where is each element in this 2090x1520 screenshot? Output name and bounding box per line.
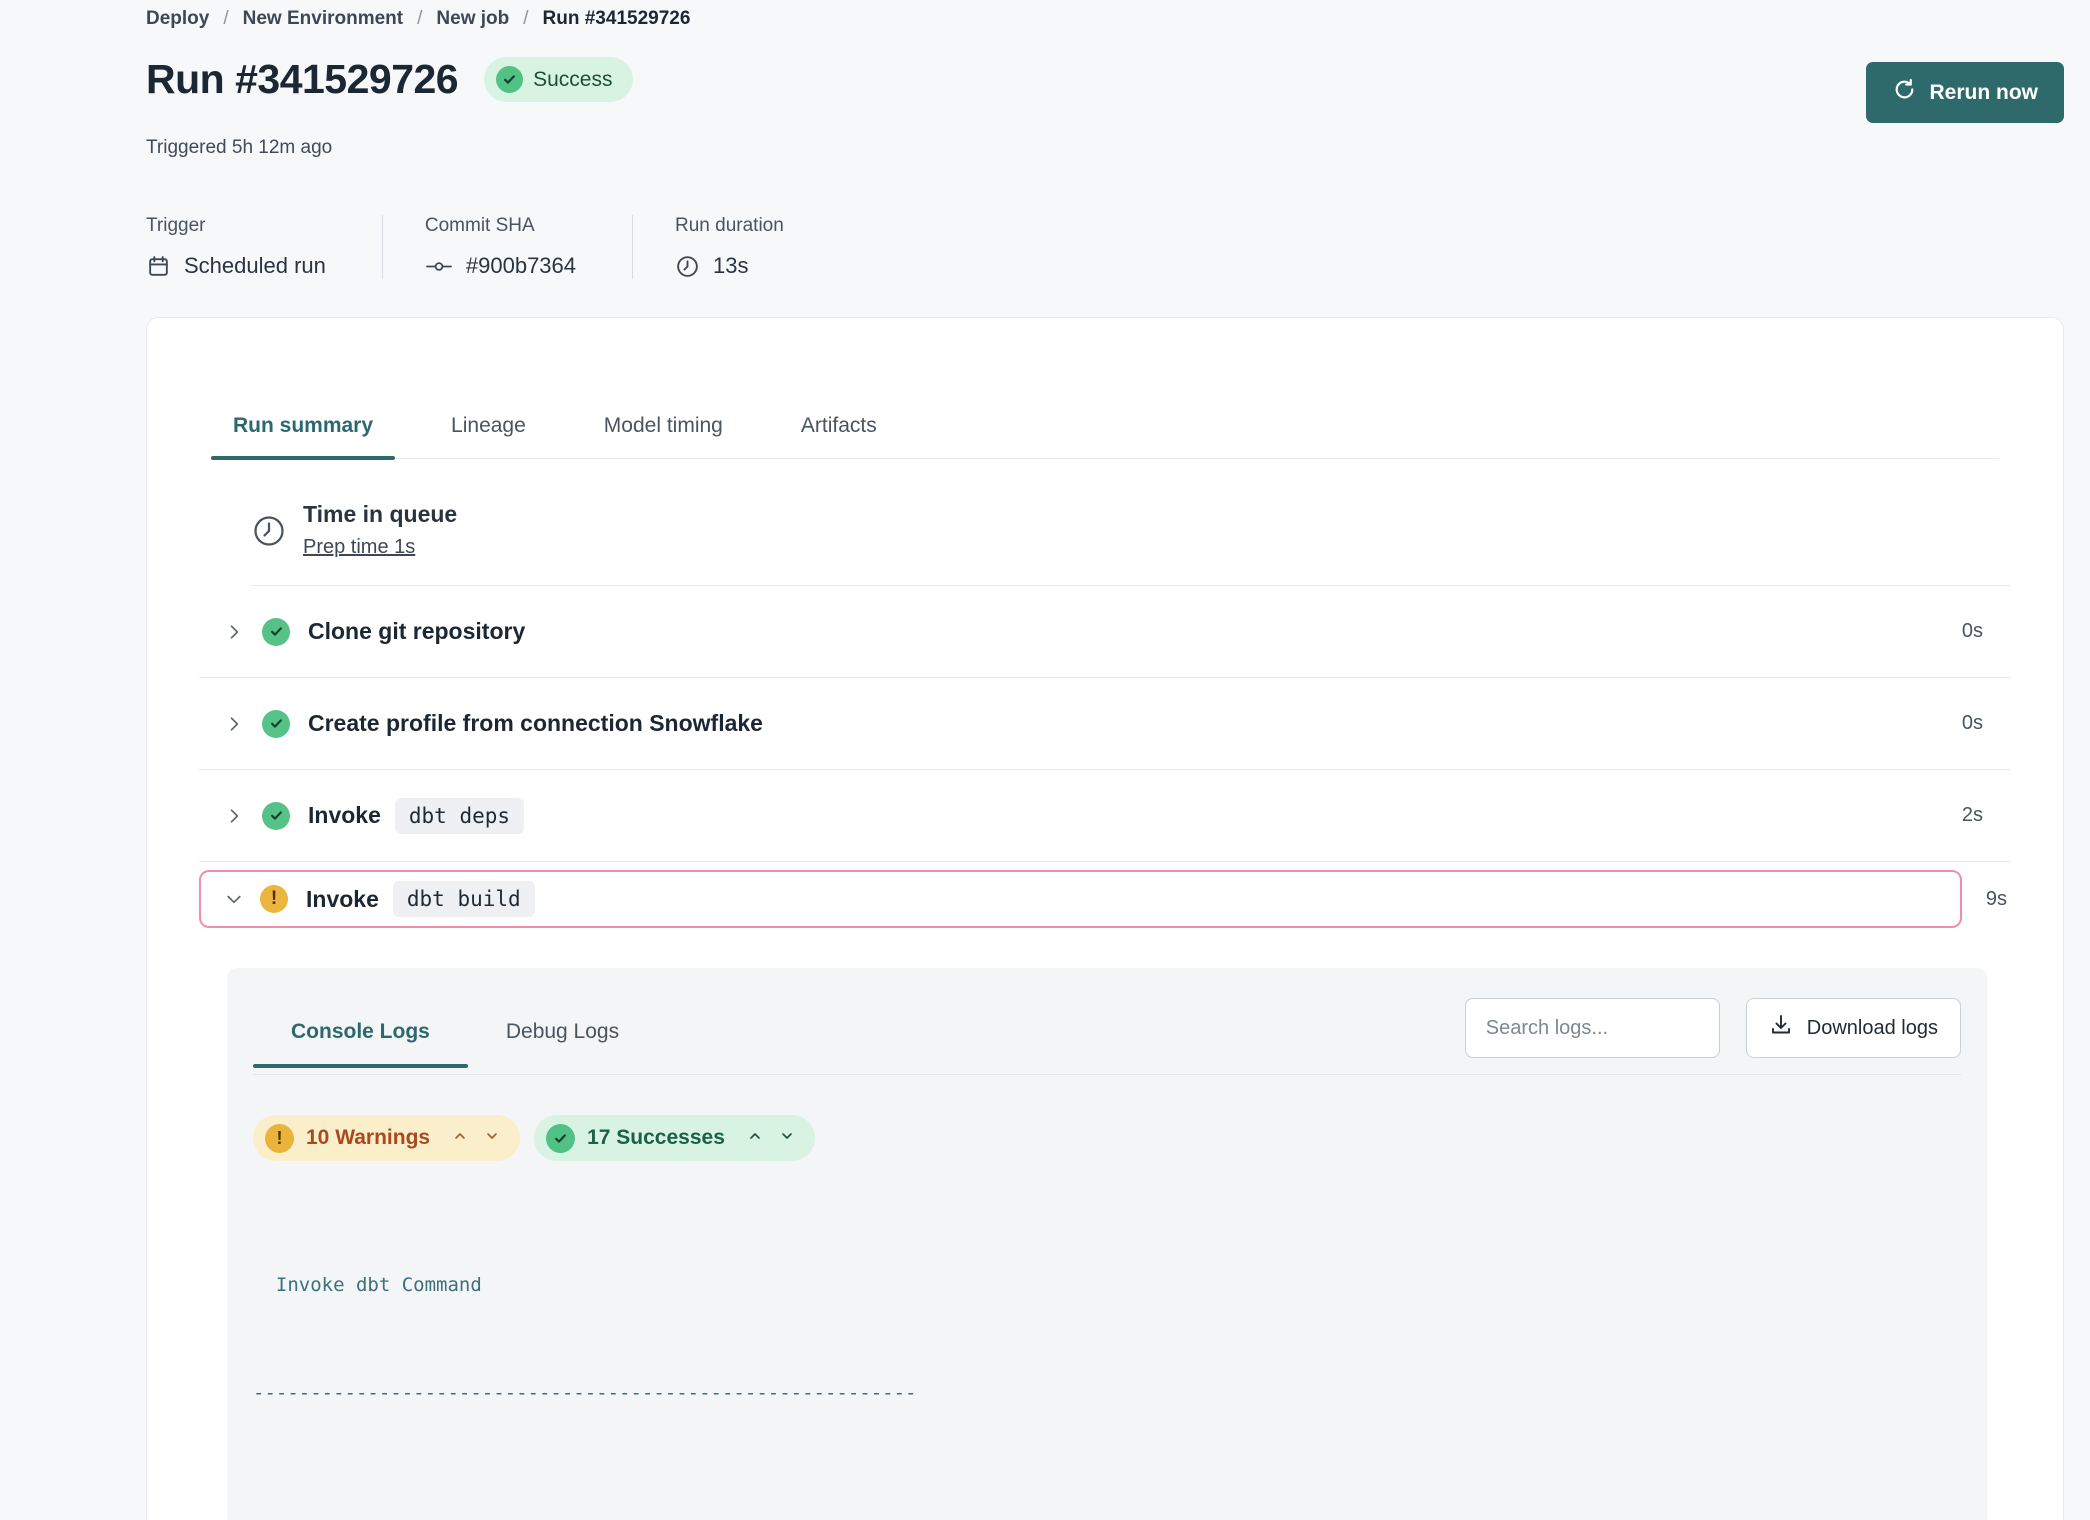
warnings-count: 10 Warnings [306, 1126, 430, 1150]
triggered-timestamp: Triggered 5h 12m ago [146, 137, 2064, 159]
chevron-right-icon[interactable] [224, 714, 244, 734]
log-command-title: Invoke dbt Command [253, 1267, 1961, 1303]
chevron-right-icon[interactable] [224, 806, 244, 826]
step-invoke-dbt-build[interactable]: ! Invoke dbt build 9s [199, 862, 2011, 938]
chevron-down-icon[interactable] [484, 1128, 500, 1149]
success-check-icon [496, 66, 523, 93]
meta-commit-label: Commit SHA [425, 215, 576, 237]
step-label: Create profile from connection Snowflake [308, 710, 763, 737]
step-success-icon [262, 710, 290, 738]
rerun-label: Rerun now [1930, 81, 2039, 105]
step-list: Clone git repository 0s Create profile f… [199, 586, 2011, 938]
breadcrumb-current-run: Run #341529726 [543, 8, 691, 30]
meta-commit-value: #900b7364 [466, 253, 576, 279]
page-title: Run #341529726 [146, 56, 458, 103]
breadcrumb-separator: / [417, 8, 422, 30]
step-label: Clone git repository [308, 618, 525, 645]
chevron-right-icon[interactable] [224, 622, 244, 642]
success-check-icon [546, 1124, 575, 1153]
run-tabs: Run summary Lineage Model timing Artifac… [211, 414, 1999, 459]
run-summary-card: Run summary Lineage Model timing Artifac… [146, 317, 2064, 1520]
warning-icon: ! [265, 1124, 294, 1153]
step-command-chip: dbt build [393, 881, 535, 917]
step-duration: 0s [1962, 620, 1983, 643]
breadcrumb: Deploy / New Environment / New job / Run… [146, 8, 2064, 30]
tab-console-logs[interactable]: Console Logs [253, 1006, 468, 1066]
step-success-icon [262, 802, 290, 830]
step-warning-outline[interactable]: ! Invoke dbt build [199, 870, 1962, 928]
meta-trigger-value: Scheduled run [184, 253, 326, 279]
step-warning-icon: ! [260, 885, 288, 913]
warnings-badge[interactable]: ! 10 Warnings [253, 1115, 520, 1161]
step-success-icon [262, 618, 290, 646]
commit-icon [425, 254, 453, 279]
console-log-output: Invoke dbt Command ---------------------… [253, 1195, 1961, 1520]
meta-commit: Commit SHA #900b7364 [382, 215, 632, 279]
calendar-icon [146, 254, 171, 279]
successes-badge[interactable]: 17 Successes [534, 1115, 815, 1161]
tab-run-summary[interactable]: Run summary [211, 414, 395, 458]
step-duration: 9s [1986, 888, 2011, 911]
run-page: Deploy / New Environment / New job / Run… [0, 0, 2090, 1520]
breadcrumb-separator: / [523, 8, 528, 30]
step-invoke-dbt-deps[interactable]: Invoke dbt deps 2s [199, 770, 2011, 862]
step-create-profile[interactable]: Create profile from connection Snowflake… [199, 678, 2011, 770]
breadcrumb-new-job[interactable]: New job [436, 8, 509, 30]
step-command-chip: dbt deps [395, 798, 524, 834]
run-meta: Trigger Scheduled run Commit SHA #900b73… [146, 215, 2064, 279]
rerun-now-button[interactable]: Rerun now [1866, 62, 2065, 123]
logs-header: Console Logs Debug Logs Download logs [253, 998, 1961, 1075]
tab-artifacts[interactable]: Artifacts [779, 414, 899, 458]
download-logs-button[interactable]: Download logs [1746, 998, 1961, 1058]
meta-trigger-label: Trigger [146, 215, 326, 237]
header: Run #341529726 Success Rerun now [146, 56, 2064, 123]
log-divider: ----------------------------------------… [253, 1375, 1961, 1411]
successes-count: 17 Successes [587, 1126, 725, 1150]
download-icon [1769, 1013, 1793, 1043]
step-duration: 0s [1962, 712, 1983, 735]
step-clone-git-repository[interactable]: Clone git repository 0s [199, 586, 2011, 678]
time-in-queue-section: Time in queue Prep time 1s [251, 501, 2011, 586]
chevron-up-icon[interactable] [452, 1128, 468, 1149]
chevron-down-icon[interactable] [779, 1128, 795, 1149]
chevron-up-icon[interactable] [747, 1128, 763, 1149]
breadcrumb-deploy[interactable]: Deploy [146, 8, 209, 30]
meta-duration-value: 13s [713, 253, 748, 279]
log-summary-badges: ! 10 Warnings 17 Successes [253, 1115, 1961, 1161]
meta-trigger: Trigger Scheduled run [146, 215, 382, 279]
step-label: Invoke [308, 802, 381, 829]
chevron-down-icon[interactable] [224, 889, 244, 909]
rerun-icon [1892, 77, 1917, 108]
queue-clock-icon [251, 513, 287, 559]
clock-icon [675, 254, 700, 279]
meta-duration-label: Run duration [675, 215, 784, 237]
queue-title: Time in queue [303, 501, 457, 528]
meta-duration: Run duration 13s [632, 215, 840, 279]
status-badge: Success [484, 57, 632, 102]
logs-panel: Console Logs Debug Logs Download logs ! … [227, 968, 1987, 1520]
tab-debug-logs[interactable]: Debug Logs [468, 1006, 657, 1066]
download-logs-label: Download logs [1807, 1017, 1938, 1040]
tab-lineage[interactable]: Lineage [429, 414, 548, 458]
status-badge-label: Success [533, 68, 612, 92]
breadcrumb-separator: / [223, 8, 228, 30]
prep-time-link[interactable]: Prep time 1s [303, 536, 415, 559]
step-duration: 2s [1962, 804, 1983, 827]
tab-model-timing[interactable]: Model timing [582, 414, 745, 458]
breadcrumb-new-environment[interactable]: New Environment [243, 8, 403, 30]
search-logs-input[interactable] [1465, 998, 1720, 1058]
step-label: Invoke [306, 886, 379, 913]
